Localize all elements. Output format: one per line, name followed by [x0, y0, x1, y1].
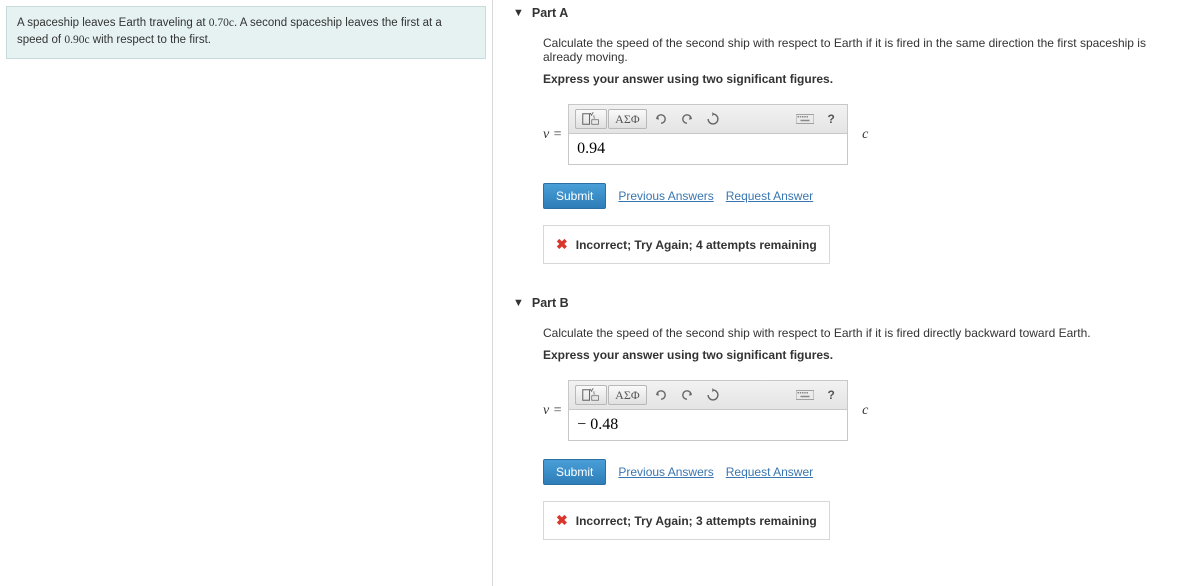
part-b-instruction: Express your answer using two significan…: [543, 348, 1180, 362]
caret-down-icon[interactable]: ▼: [513, 7, 524, 19]
help-icon[interactable]: ?: [821, 385, 841, 405]
part-b-label: Part B: [532, 296, 569, 310]
problem-v1: 0.70c: [209, 17, 234, 29]
part-b-answer-row: v = x ΑΣΦ: [543, 380, 1180, 441]
part-a-feedback-text: Incorrect; Try Again; 4 attempts remaini…: [576, 238, 817, 252]
part-a-input[interactable]: [569, 134, 847, 164]
part-a-var-label: v =: [543, 127, 562, 143]
part-b-feedback: ✖ Incorrect; Try Again; 3 attempts remai…: [543, 501, 830, 540]
part-a-label: Part A: [532, 6, 568, 20]
part-a-section: ▼ Part A Calculate the speed of the seco…: [513, 0, 1180, 264]
problem-text: A spaceship leaves Earth traveling at: [17, 17, 209, 29]
greek-icon[interactable]: ΑΣΦ: [608, 385, 646, 405]
problem-text-after: with respect to the first.: [90, 34, 211, 46]
part-a-unit: c: [862, 127, 868, 143]
svg-text:x: x: [593, 114, 596, 120]
part-b-section: ▼ Part B Calculate the speed of the seco…: [513, 290, 1180, 540]
part-a-answer-widget: x ΑΣΦ: [568, 104, 848, 165]
undo-icon[interactable]: [649, 109, 673, 129]
keyboard-icon[interactable]: [791, 109, 819, 129]
redo-icon[interactable]: [675, 109, 699, 129]
part-a-buttons: Submit Previous Answers Request Answer: [543, 183, 1180, 209]
part-a-feedback: ✖ Incorrect; Try Again; 4 attempts remai…: [543, 225, 830, 264]
part-b-feedback-text: Incorrect; Try Again; 3 attempts remaini…: [576, 514, 817, 528]
previous-answers-link[interactable]: Previous Answers: [618, 465, 713, 479]
request-answer-link[interactable]: Request Answer: [726, 189, 813, 203]
incorrect-icon: ✖: [556, 512, 568, 529]
part-b-question: Calculate the speed of the second ship w…: [543, 326, 1180, 340]
submit-button[interactable]: Submit: [543, 459, 606, 485]
part-b-buttons: Submit Previous Answers Request Answer: [543, 459, 1180, 485]
part-a-toolbar: x ΑΣΦ: [569, 105, 847, 134]
part-b-header[interactable]: ▼ Part B: [513, 290, 1180, 316]
help-icon[interactable]: ?: [821, 109, 841, 129]
template-icon[interactable]: x: [575, 385, 607, 405]
problem-pane: A spaceship leaves Earth traveling at 0.…: [0, 0, 492, 586]
previous-answers-link[interactable]: Previous Answers: [618, 189, 713, 203]
part-a-answer-row: v = x ΑΣΦ: [543, 104, 1180, 165]
part-a-question: Calculate the speed of the second ship w…: [543, 36, 1180, 64]
part-b-answer-widget: x ΑΣΦ: [568, 380, 848, 441]
undo-icon[interactable]: [649, 385, 673, 405]
part-b-input[interactable]: [569, 410, 847, 440]
reset-icon[interactable]: [701, 109, 725, 129]
answer-pane: ▼ Part A Calculate the speed of the seco…: [492, 0, 1200, 586]
greek-icon[interactable]: ΑΣΦ: [608, 109, 646, 129]
caret-down-icon[interactable]: ▼: [513, 297, 524, 309]
problem-statement: A spaceship leaves Earth traveling at 0.…: [6, 6, 486, 59]
submit-button[interactable]: Submit: [543, 183, 606, 209]
part-a-header[interactable]: ▼ Part A: [513, 0, 1180, 26]
part-a-instruction: Express your answer using two significan…: [543, 72, 1180, 86]
part-b-toolbar: x ΑΣΦ: [569, 381, 847, 410]
incorrect-icon: ✖: [556, 236, 568, 253]
template-icon[interactable]: x: [575, 109, 607, 129]
request-answer-link[interactable]: Request Answer: [726, 465, 813, 479]
part-b-unit: c: [862, 403, 868, 419]
keyboard-icon[interactable]: [791, 385, 819, 405]
reset-icon[interactable]: [701, 385, 725, 405]
redo-icon[interactable]: [675, 385, 699, 405]
svg-text:x: x: [593, 390, 596, 396]
problem-v2: 0.90c: [64, 34, 89, 46]
part-b-var-label: v =: [543, 403, 562, 419]
